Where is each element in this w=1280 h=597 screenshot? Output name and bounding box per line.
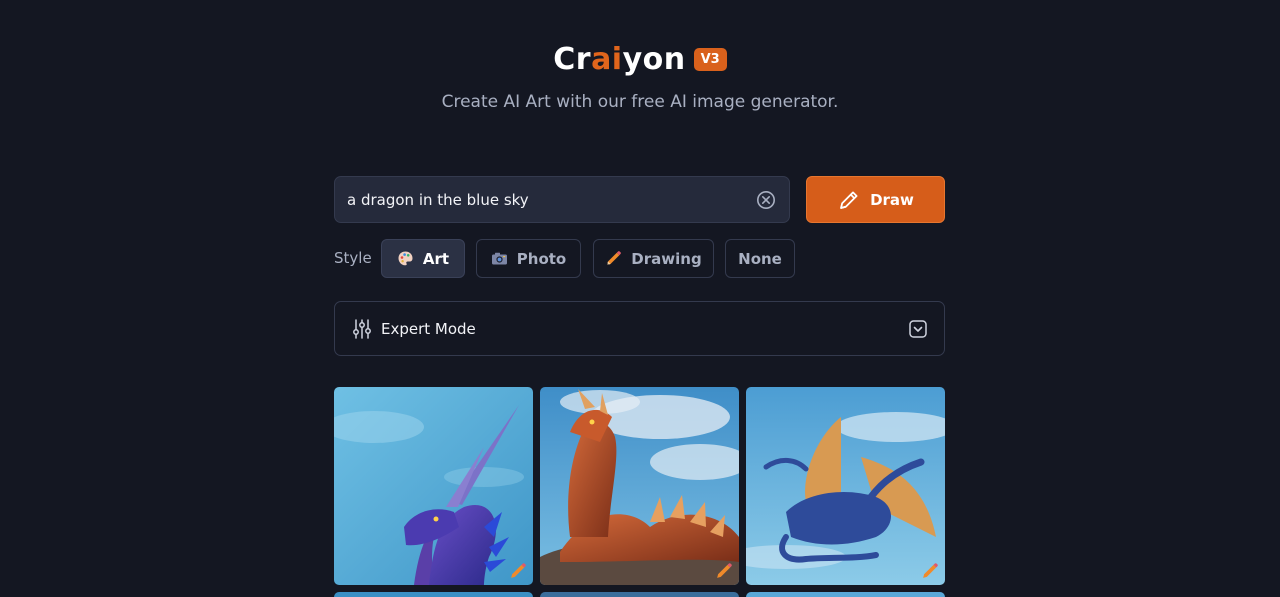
expert-mode-toggle[interactable]: Expert Mode [334, 301, 945, 356]
generated-image-4[interactable] [334, 592, 533, 597]
tagline: Create AI Art with our free AI image gen… [441, 92, 839, 112]
palette-icon [397, 250, 414, 267]
page: Craiyon V3 Create AI Art with our free A… [0, 0, 1280, 597]
draw-button[interactable]: Draw [806, 176, 945, 223]
style-drawing-button[interactable]: Drawing [593, 239, 714, 278]
style-art-button[interactable]: Art [381, 239, 465, 278]
expert-mode-label: Expert Mode [381, 319, 476, 338]
logo-text-1: Cr [553, 42, 592, 77]
close-circle-icon [757, 190, 775, 209]
logo-row: Craiyon V3 [0, 42, 1280, 77]
generated-image-3[interactable] [746, 387, 945, 585]
generated-image-1[interactable] [334, 387, 533, 585]
camera-icon [491, 250, 508, 267]
prompt-box [334, 176, 790, 223]
generated-image-5[interactable] [540, 592, 739, 597]
style-label: Style [334, 249, 372, 267]
chevron-down-icon [909, 319, 927, 338]
style-art-label: Art [422, 249, 450, 268]
pencil-icon [511, 563, 526, 578]
style-drawing-label: Drawing [631, 249, 702, 268]
version-badge: V3 [693, 48, 727, 71]
pencil-icon [717, 563, 732, 578]
sliders-icon [353, 318, 371, 339]
generated-image-2[interactable] [540, 387, 739, 585]
logo-text-2: ai [591, 42, 623, 77]
style-photo-label: Photo [516, 249, 567, 268]
style-photo-button[interactable]: Photo [476, 239, 581, 278]
pencil-icon [840, 191, 858, 209]
logo-text-3: yon [622, 42, 686, 77]
clear-prompt-button[interactable] [755, 189, 777, 211]
style-none-label: None [738, 249, 782, 268]
pencil-icon [605, 250, 622, 267]
draw-button-label: Draw [870, 190, 914, 209]
pencil-icon [923, 563, 938, 578]
style-none-button[interactable]: None [725, 239, 795, 278]
generated-image-6[interactable] [746, 592, 945, 597]
prompt-input[interactable] [347, 190, 755, 209]
craiyon-logo[interactable]: Craiyon [553, 42, 685, 77]
